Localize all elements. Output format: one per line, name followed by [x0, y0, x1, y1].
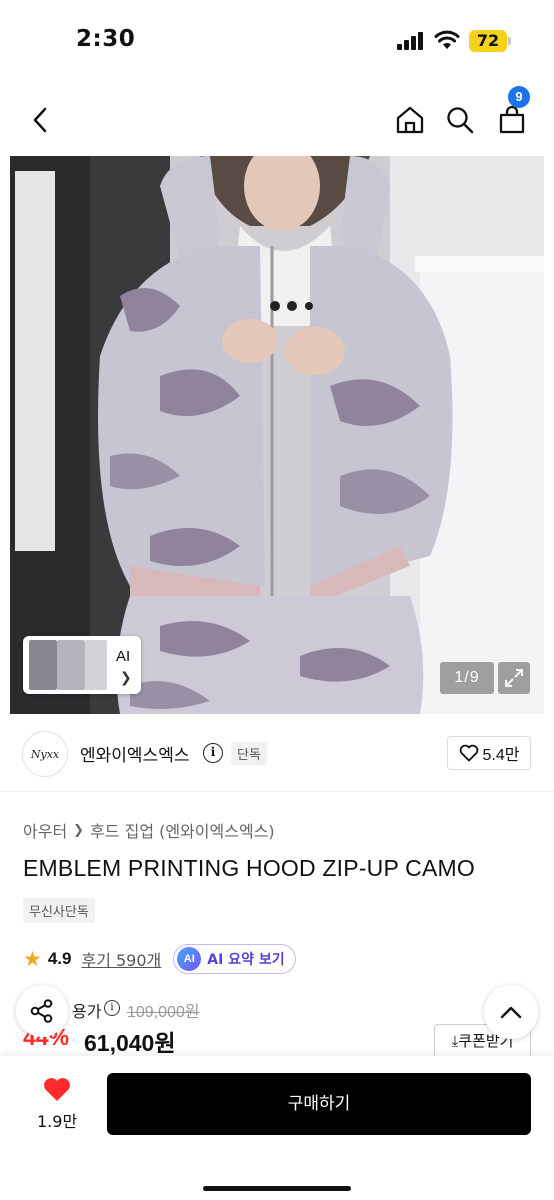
scroll-top-button[interactable] [484, 985, 538, 1039]
brand-logo[interactable]: Nyxx [22, 731, 68, 777]
search-button[interactable] [440, 100, 480, 140]
exclusive-badge: 단독 [231, 742, 267, 765]
status-bar: 2:30 72 [0, 0, 554, 84]
battery-icon: 72 [469, 30, 507, 52]
thumbnail-image-2 [57, 640, 85, 690]
ai-summary-button[interactable]: AI AI 요약 보기 [173, 944, 296, 974]
sale-price: 61,040원 [84, 1030, 176, 1056]
brand-name[interactable]: 엔와이엑스엑스 [80, 741, 189, 766]
search-icon [447, 107, 474, 134]
top-nav: 9 [0, 84, 554, 156]
home-indicator [203, 1186, 351, 1191]
breadcrumb: 아우터 ❯ 후드 집업 (엔와이엑스엑스) [23, 818, 275, 842]
original-price: 109,000원 [127, 1004, 200, 1021]
chevron-up-icon [500, 1006, 522, 1019]
thumbnail-ai-label: AI [116, 648, 131, 665]
home-icon [396, 106, 424, 134]
brand-like-button[interactable]: 5.4만 [447, 736, 531, 770]
rating-value: 4.9 [47, 949, 72, 968]
signal-icon [397, 32, 427, 50]
like-count: 1.9만 [37, 1112, 78, 1131]
brand-like-count: 5.4만 [482, 747, 520, 764]
info-icon[interactable]: i [104, 1000, 120, 1016]
back-button[interactable] [20, 100, 60, 140]
chevron-right-icon: ❯ [73, 822, 85, 838]
cart-count-badge: 9 [508, 86, 530, 108]
star-icon: ★ [23, 947, 42, 971]
breadcrumb-category[interactable]: 아우터 [23, 818, 67, 842]
share-button[interactable] [16, 985, 68, 1037]
rating-row: ★ 4.9 후기 590개 AI AI 요약 보기 [23, 944, 296, 974]
original-price-label: 용가 [72, 1002, 102, 1021]
musinsa-exclusive-badge: 무신사단독 [23, 898, 95, 923]
expand-icon [505, 669, 523, 687]
product-image[interactable] [10, 156, 544, 714]
info-icon[interactable]: i [203, 743, 223, 763]
brand-logo-text: Nyxx [30, 747, 60, 761]
review-link[interactable]: 후기 590개 [81, 947, 161, 971]
thumbnail-image-1 [29, 640, 57, 690]
share-icon [30, 999, 53, 1023]
battery-tip [508, 37, 511, 45]
heart-filled-icon [44, 1078, 70, 1101]
breadcrumb-subcategory[interactable]: 후드 집업 (엔와이엑스엑스) [90, 818, 275, 842]
shopping-bag-icon [499, 105, 525, 134]
chevron-right-icon: ❯ [120, 670, 132, 686]
image-page-counter: 1/9 [440, 662, 494, 694]
heart-outline-icon [459, 744, 478, 762]
price-area: 정 용가 i 109,000원 44% 61,040원 ⤓쿠폰받기 [0, 990, 554, 1056]
wifi-icon [434, 30, 460, 50]
product-title: EMBLEM PRINTING HOOD ZIP-UP CAMO [23, 855, 475, 881]
ai-icon: AI [177, 947, 202, 971]
brand-row: Nyxx 엔와이엑스엑스 i 단독 5.4만 [0, 714, 554, 792]
chevron-left-icon [33, 107, 47, 133]
home-button[interactable] [390, 100, 430, 140]
buy-button[interactable]: 구매하기 [107, 1073, 531, 1135]
status-time: 2:30 [76, 26, 136, 52]
ai-summary-label: AI 요약 보기 [207, 952, 285, 968]
expand-image-button[interactable] [498, 662, 530, 694]
ai-thumbnail-card[interactable]: AI ❯ [23, 636, 141, 694]
thumbnail-image-3 [85, 640, 107, 690]
